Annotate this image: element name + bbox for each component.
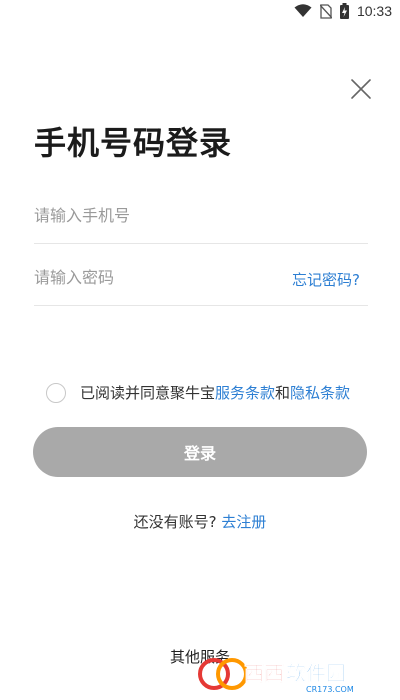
status-bar: 10:33 <box>0 0 400 24</box>
register-link[interactable]: 去注册 <box>221 513 266 531</box>
privacy-terms-link[interactable]: 隐私条款 <box>290 382 350 403</box>
phone-input[interactable] <box>34 206 264 225</box>
phone-field-row <box>34 188 368 244</box>
register-row: 还没有账号? 去注册 <box>0 511 400 532</box>
login-button[interactable]: 登录 <box>33 427 367 477</box>
agreement-checkbox[interactable] <box>46 382 66 403</box>
svg-text:软件园: 软件园 <box>286 661 346 685</box>
no-sim-icon <box>319 3 332 19</box>
close-icon <box>351 79 371 99</box>
svg-text:西西: 西西 <box>244 661 284 685</box>
close-button[interactable] <box>348 76 374 102</box>
wifi-icon <box>294 4 312 17</box>
status-icons: 10:33 <box>294 3 392 19</box>
battery-charging-icon <box>339 3 349 19</box>
agreement-row: 已阅读并同意聚牛宝 服务条款和隐私条款 <box>46 382 350 403</box>
password-field-row: 忘记密码? <box>34 250 368 306</box>
svg-text:CR173.COM: CR173.COM <box>306 685 354 694</box>
watermark-logo: 西西 软件园 CR173.COM <box>198 658 354 694</box>
forgot-password-link[interactable]: 忘记密码? <box>292 269 360 290</box>
service-terms-link[interactable]: 服务条款 <box>215 382 275 403</box>
register-prompt: 还没有账号? <box>133 513 217 531</box>
agreement-prefix: 已阅读并同意聚牛宝 <box>80 384 216 402</box>
agreement-and: 和 <box>275 384 291 402</box>
page-title: 手机号码登录 <box>34 124 233 162</box>
status-time: 10:33 <box>356 3 392 19</box>
password-input[interactable] <box>34 268 264 287</box>
